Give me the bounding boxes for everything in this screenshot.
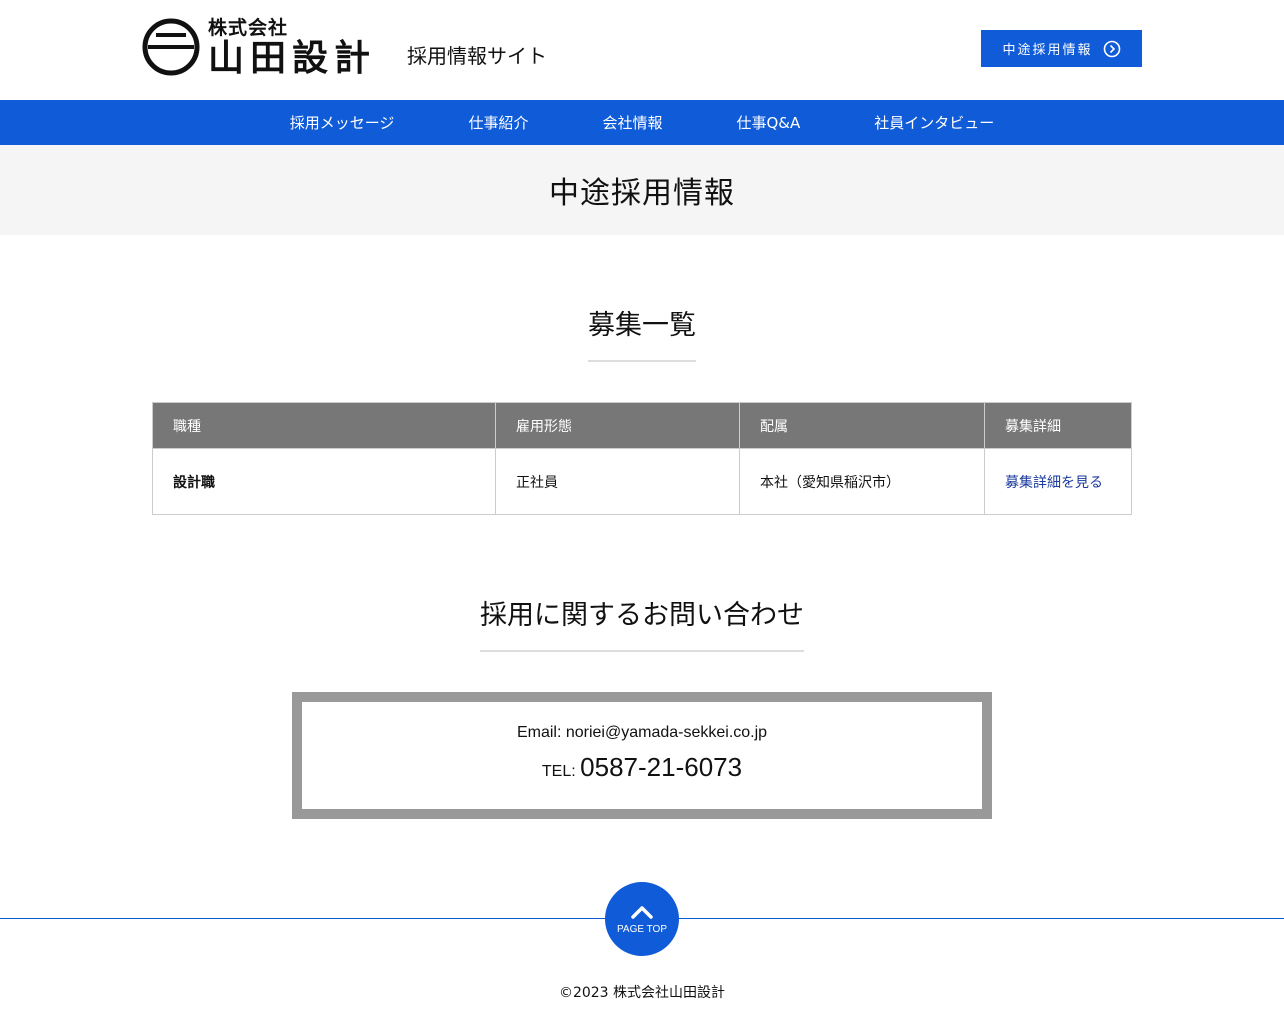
recruit-table: 職種 雇用形態 配属 募集詳細 設計職 正社員 本社（愛知県稲沢市） 募集詳細を… [152,402,1132,515]
company-logo[interactable]: 株式会社 山田設計 [142,18,376,76]
contact-heading: 採用に関するお問い合わせ [480,593,804,652]
mid-career-recruit-label: 中途採用情報 [1002,43,1093,58]
page-title-band: 中途採用情報 [0,145,1284,235]
site-name: 採用情報サイト [407,44,547,68]
copyright: ©2023 株式会社山田設計 [558,985,726,1001]
contact-section: 採用に関するお問い合わせ [0,593,1284,652]
page-top-button[interactable]: PAGE TOP [605,882,679,956]
cell-details: 募集詳細を見る [984,448,1132,515]
column-header-location: 配属 [739,402,985,449]
column-header-job: 職種 [152,402,496,449]
column-header-details: 募集詳細 [984,402,1132,449]
page-title: 中途採用情報 [549,176,735,211]
column-header-employment: 雇用形態 [495,402,740,449]
chevron-circle-right-icon [1103,40,1120,57]
nav-item-work[interactable]: 仕事紹介 [468,112,528,133]
nav-item-qa[interactable]: 仕事Q&A [736,112,800,133]
nav-item-company[interactable]: 会社情報 [602,112,662,133]
table-row: 設計職 正社員 本社（愛知県稲沢市） 募集詳細を見る [152,448,1132,515]
contact-box: Email: noriei@yamada-sekkei.co.jp TEL: 0… [292,692,992,819]
global-nav: 採用メッセージ 仕事紹介 会社情報 仕事Q&A 社員インタビュー [0,100,1284,145]
contact-email[interactable]: Email: noriei@yamada-sekkei.co.jp [302,724,982,742]
nav-item-message[interactable]: 採用メッセージ [290,112,395,133]
logo-company-name: 山田設計 [208,36,377,79]
tel-number[interactable]: 0587-21-6073 [580,752,742,782]
nav-item-interview[interactable]: 社員インタビュー [874,112,994,133]
site-header: 株式会社 山田設計 採用情報サイト 中途採用情報 [0,0,1284,100]
recruit-section: 募集一覧 [0,303,1284,362]
page-top-label: PAGE TOP [616,923,668,935]
cell-job: 設計職 [152,448,496,515]
tel-label: TEL: [541,763,576,780]
recruit-heading: 募集一覧 [588,303,696,362]
logo-mark-icon [142,18,200,76]
view-details-link[interactable]: 募集詳細を見る [1005,475,1103,491]
chevron-up-icon [631,905,653,919]
table-header-row: 職種 雇用形態 配属 募集詳細 [152,402,1132,449]
logo-company-prefix: 株式会社 [208,16,289,39]
contact-tel: TEL: 0587-21-6073 [302,752,982,783]
cell-employment: 正社員 [495,448,740,515]
cell-location: 本社（愛知県稲沢市） [739,448,985,515]
mid-career-recruit-button[interactable]: 中途採用情報 [981,30,1142,67]
